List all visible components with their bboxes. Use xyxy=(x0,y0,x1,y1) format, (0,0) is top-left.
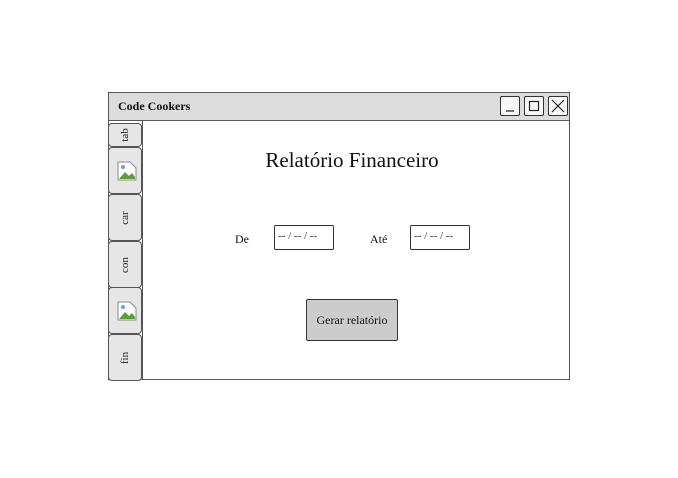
sidebar-item-label: car xyxy=(119,210,131,225)
maximize-button[interactable] xyxy=(524,96,544,116)
sidebar-item-tab[interactable]: tab xyxy=(108,123,142,147)
maximize-icon xyxy=(528,100,540,112)
generate-report-button[interactable]: Gerar relatório xyxy=(306,299,398,341)
sidebar-item-con[interactable]: con xyxy=(108,241,142,288)
from-date-input[interactable]: -- / -- / -- xyxy=(274,225,334,250)
window-title: Code Cookers xyxy=(118,99,191,113)
close-button[interactable] xyxy=(548,96,568,116)
to-date-label: Até xyxy=(370,232,388,246)
sidebar-item-label: tab xyxy=(119,128,131,142)
sidebar-item-label: fin xyxy=(119,351,131,364)
page-title: Relatório Financeiro xyxy=(265,148,439,172)
app-window: Code Cookers tab car con fin Relatório F… xyxy=(108,92,570,381)
sidebar-item-fin[interactable]: fin xyxy=(108,334,142,381)
broken-image-icon xyxy=(117,301,137,321)
sidebar-item-label: con xyxy=(119,256,131,273)
to-date-input[interactable]: -- / -- / -- xyxy=(410,225,470,250)
sidebar-item-car[interactable]: car xyxy=(108,194,142,241)
from-date-label: De xyxy=(235,232,249,246)
close-icon xyxy=(551,99,565,113)
title-bar[interactable]: Code Cookers xyxy=(109,93,569,121)
sidebar-item-image-2[interactable] xyxy=(108,287,142,334)
minimize-button[interactable] xyxy=(500,96,520,116)
minimize-icon xyxy=(506,110,514,112)
